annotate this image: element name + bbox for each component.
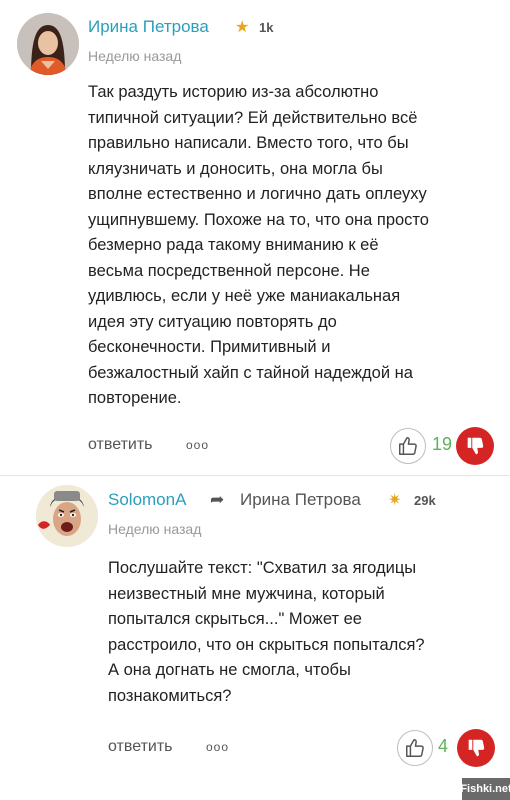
watermark: Fishki.net <box>460 778 510 800</box>
thumbs-up-icon <box>406 739 424 757</box>
star-icon: ★ <box>235 19 250 36</box>
author-name[interactable]: SolomonA <box>108 490 186 510</box>
thumbs-down-button[interactable] <box>456 427 494 465</box>
more-options-button[interactable]: ооо <box>206 740 229 754</box>
thumbs-up-button[interactable] <box>390 428 426 464</box>
avatar[interactable] <box>17 13 79 75</box>
comment-text: Так раздуть историю из-за абсолютно типи… <box>88 83 429 407</box>
thumbs-up-button[interactable] <box>397 730 433 766</box>
thumbs-down-icon <box>468 739 485 757</box>
vote-score: 19 <box>432 434 453 454</box>
more-options-button[interactable]: ооо <box>186 438 209 452</box>
user-rating: 1k <box>259 20 274 35</box>
reply-to-name[interactable]: Ирина Петрова <box>240 490 361 510</box>
comment: Ирина Петрова ★ 1k Неделю назад Так разд… <box>0 0 510 476</box>
comment-time[interactable]: Неделю назад <box>88 48 181 64</box>
vote-score: 4 <box>438 736 449 756</box>
reply-button[interactable]: ответить <box>88 436 153 454</box>
thumbs-down-button[interactable] <box>457 729 495 767</box>
star-icon: ✷ <box>388 492 402 509</box>
user-rating: 29k <box>414 493 436 508</box>
avatar[interactable] <box>36 485 98 547</box>
reply-button[interactable]: ответить <box>108 738 173 756</box>
comment-text: Послушайте текст: "Схватил за ягодицы не… <box>108 559 425 705</box>
comment-time[interactable]: Неделю назад <box>108 521 201 537</box>
thumbs-down-icon <box>467 437 484 455</box>
thumbs-up-icon <box>399 437 417 455</box>
comment-reply: SolomonA ➦ Ирина Петрова ✷ 29k Неделю на… <box>0 476 510 800</box>
author-name[interactable]: Ирина Петрова <box>88 17 209 37</box>
reply-arrow-icon: ➦ <box>210 490 225 509</box>
